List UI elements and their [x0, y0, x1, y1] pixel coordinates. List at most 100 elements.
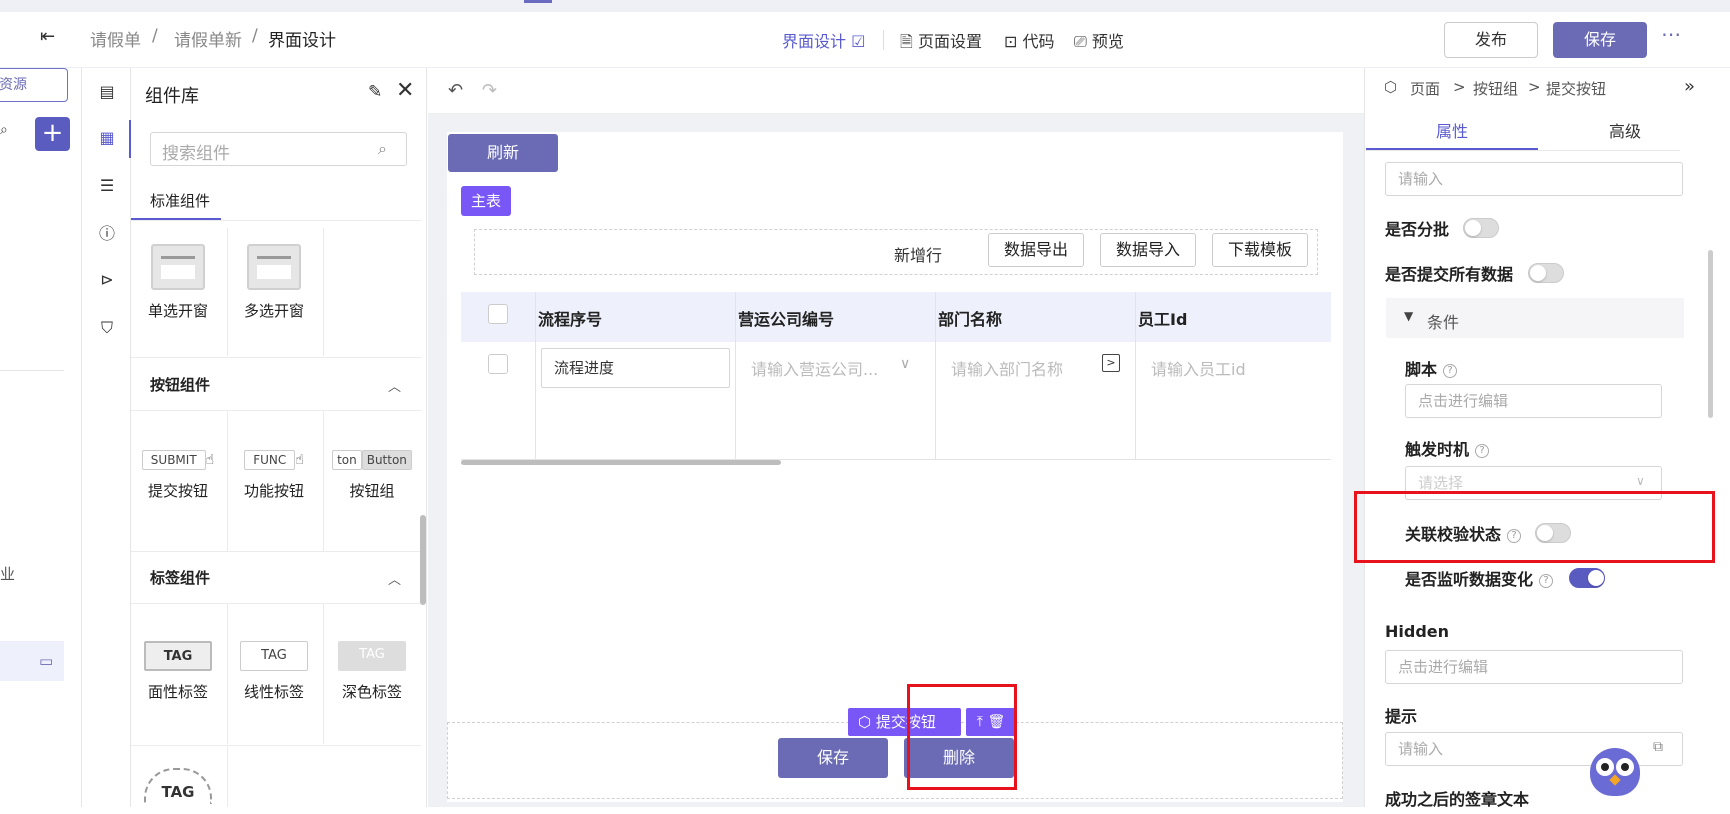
component-label: 提交按钮 [147, 482, 208, 500]
component-dark-tag[interactable]: TAG 深色标签 [324, 641, 420, 702]
column-divider [1135, 292, 1136, 460]
code-icon: ⊡ [1004, 32, 1018, 51]
rp-breadcrumb-page[interactable]: 页面 [1410, 78, 1440, 99]
is-batch-toggle[interactable] [1463, 218, 1499, 238]
chevron-up-icon[interactable]: ︿ [388, 569, 401, 588]
component-outline-tag[interactable]: TAG 线性标签 [226, 641, 322, 702]
process-field[interactable]: 流程进度 [541, 348, 730, 388]
component-label: 线性标签 [243, 683, 304, 701]
company-field[interactable]: 请输入营运公司... [751, 356, 878, 380]
download-template-button[interactable]: 下载模板 [1212, 233, 1308, 267]
form-save-button[interactable]: 保存 [778, 738, 888, 778]
export-button[interactable]: 数据导出 [988, 233, 1084, 267]
component-label: 面性标签 [147, 683, 208, 701]
tag-preview: TAG [338, 641, 406, 671]
search-icon[interactable]: ⌕ [378, 139, 387, 159]
component-filled-tag[interactable]: TAG 面性标签 [130, 641, 226, 702]
close-icon[interactable]: ✕ [396, 78, 414, 103]
department-field[interactable]: 请输入部门名称 [951, 356, 1063, 380]
nav-preview[interactable]: ⎚ 预览 [1074, 28, 1124, 52]
collapse-menu-icon[interactable]: ⇤ [40, 26, 55, 47]
left-item-label[interactable]: 业 [0, 563, 15, 584]
divider [1366, 150, 1680, 151]
translate-icon[interactable]: ⧉ [1653, 739, 1663, 755]
resource-button[interactable]: 资源 [0, 68, 68, 102]
import-button[interactable]: 数据导入 [1100, 233, 1196, 267]
employee-field[interactable]: 请输入员工id [1151, 356, 1246, 380]
left-selected-item[interactable] [0, 641, 64, 681]
top-strip [0, 0, 1730, 12]
help-icon[interactable]: ? [1475, 444, 1490, 458]
nav-page-settings[interactable]: 🗎 页面设置 [900, 28, 982, 58]
chevron-down-icon[interactable]: ∨ [1636, 474, 1645, 488]
help-icon[interactable]: ? [1539, 574, 1554, 588]
section-button-components[interactable]: 按钮组件 [150, 374, 210, 395]
breadcrumb-item-app[interactable]: 请假单 [90, 26, 141, 51]
tree-icon[interactable]: ☰ [95, 174, 119, 198]
properties-scrollbar[interactable] [1708, 250, 1713, 418]
more-icon[interactable]: ⋯ [1661, 22, 1682, 46]
column-divider [535, 292, 536, 460]
tab-properties[interactable]: 属性 [1436, 118, 1468, 142]
undo-icon[interactable]: ↶ [448, 80, 463, 101]
top-input[interactable]: 请输入 [1385, 162, 1683, 196]
breadcrumb-item-form[interactable]: 请假单新 [174, 26, 242, 51]
main-table-tag[interactable]: 主表 [461, 186, 511, 216]
refresh-button[interactable]: 刷新 [448, 134, 558, 172]
page-outline-icon[interactable]: ▤ [95, 80, 119, 104]
expand-icon[interactable]: » [1684, 76, 1695, 97]
puzzle-icon: ⬡ [1384, 78, 1398, 96]
nav-code[interactable]: ⊡ 代码 [1004, 28, 1055, 52]
open-window-icon[interactable]: > [1102, 354, 1120, 372]
component-function-button[interactable]: FUNC ☝ 功能按钮 [226, 450, 322, 501]
chevron-up-icon[interactable]: ︿ [388, 376, 401, 395]
library-scrollbar[interactable] [420, 515, 426, 605]
component-badge-tag[interactable]: TAG [130, 768, 226, 804]
tab-standard-components[interactable]: 标准组件 [150, 190, 210, 211]
table-scrollbar[interactable] [461, 460, 781, 465]
hand-cursor-icon: ☝ [295, 452, 304, 468]
component-label: 单选开窗 [147, 302, 208, 320]
search-icon[interactable]: ⌕ [0, 122, 8, 138]
section-tag-components[interactable]: 标签组件 [150, 567, 210, 588]
component-single-window[interactable]: 单选开窗 [130, 244, 226, 321]
select-all-checkbox[interactable] [488, 304, 508, 324]
components-grid-icon[interactable]: ▦ [95, 126, 119, 150]
divider [131, 603, 421, 604]
nav-design[interactable]: 界面设计 ☑ [782, 28, 865, 52]
library-title: 组件库 [145, 86, 199, 107]
nav-design-label: 界面设计 [782, 32, 847, 51]
add-icon[interactable]: + [35, 117, 70, 151]
search-placeholder: 搜索组件 [162, 144, 230, 164]
publish-button[interactable]: 发布 [1444, 22, 1538, 58]
save-button[interactable]: 保存 [1553, 22, 1647, 58]
nav-preview-label: 预览 [1091, 32, 1124, 51]
rp-breadcrumb-group[interactable]: 按钮组 [1473, 78, 1518, 99]
submit-all-toggle[interactable] [1528, 263, 1564, 283]
script-editor-field[interactable]: 点击进行编辑 [1405, 384, 1662, 418]
assistant-owl-icon[interactable] [1590, 748, 1640, 796]
component-button-group[interactable]: ton Button 按钮组 [324, 450, 420, 501]
hidden-editor-field[interactable]: 点击进行编辑 [1385, 650, 1683, 684]
column-divider [935, 292, 936, 460]
hint-input[interactable]: 请输入 [1385, 732, 1683, 766]
terminal-icon[interactable]: ⊳ [95, 268, 119, 292]
caret-down-icon: ▼ [1404, 309, 1414, 323]
row-checkbox[interactable] [488, 354, 508, 374]
divider [131, 551, 421, 552]
add-row-button[interactable]: 新增行 [894, 242, 942, 266]
pin-icon[interactable]: ✎ [368, 82, 382, 102]
component-submit-button[interactable]: SUBMIT ☝ 提交按钮 [130, 450, 226, 501]
chevron-down-icon[interactable]: ∨ [900, 356, 910, 372]
component-multi-window[interactable]: 多选开窗 [226, 244, 322, 321]
tab-advanced[interactable]: 高级 [1609, 118, 1641, 142]
preview-icon: ⎚ [1074, 32, 1087, 51]
redo-icon[interactable]: ↷ [482, 80, 497, 101]
help-icon[interactable]: ? [1443, 364, 1458, 378]
listen-change-toggle[interactable] [1569, 568, 1605, 588]
column-header: 部门名称 [938, 310, 1003, 329]
canvas-toolbar [428, 68, 1364, 114]
warning-icon[interactable]: ⓘ [95, 222, 119, 246]
security-icon[interactable]: ⛉ [95, 316, 119, 340]
breadcrumb-separator: / [252, 26, 258, 46]
